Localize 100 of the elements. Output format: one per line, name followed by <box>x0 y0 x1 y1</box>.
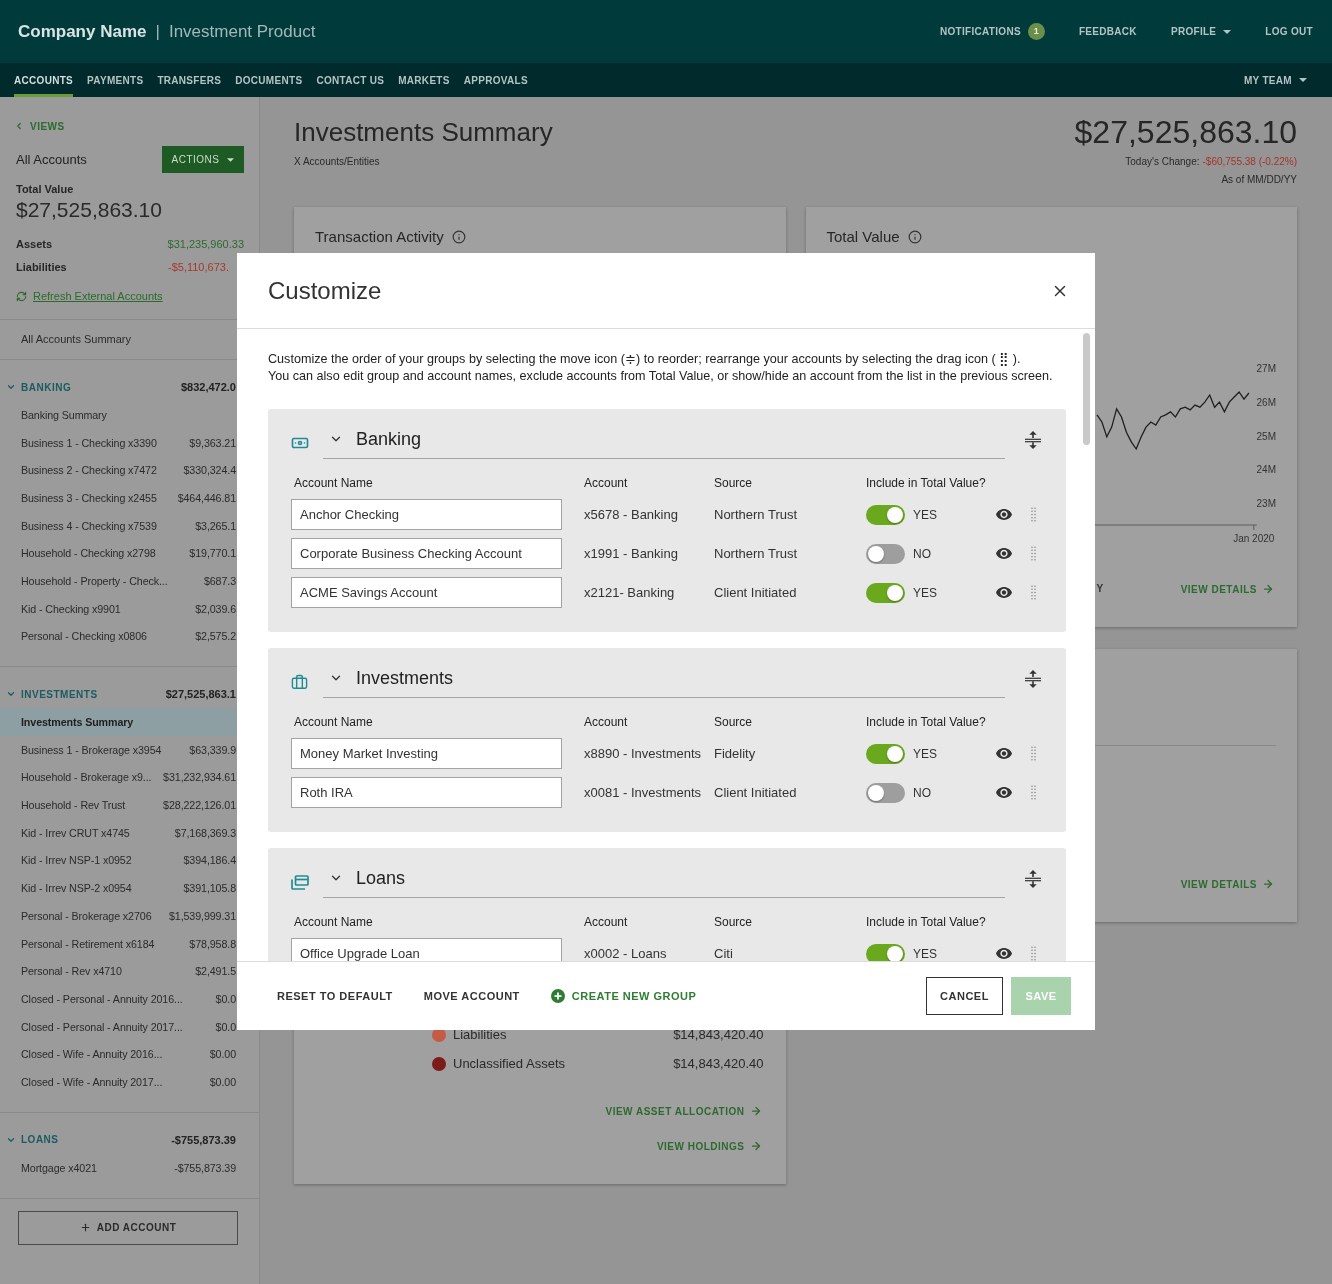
arrows-up-down-icon[interactable] <box>1023 869 1043 889</box>
account-source: Client Initiated <box>714 783 798 802</box>
include-toggle[interactable] <box>866 743 905 764</box>
group-name-field[interactable]: Loans <box>356 866 1005 890</box>
group-toggle[interactable]: BANKING <box>6 379 72 395</box>
legend-value: $14,843,420.40 <box>673 1026 764 1045</box>
group-total: -$755,873.39 <box>171 1132 236 1148</box>
header-link[interactable]: PROFILE <box>1170 24 1232 39</box>
add-account-button[interactable]: ADD ACCOUNT <box>18 1210 238 1245</box>
text-button[interactable]: RESET TO DEFAULT <box>268 978 402 1014</box>
briefcase-icon <box>291 673 308 691</box>
account-amount: $2,575.2 <box>195 629 236 645</box>
account-amount: $2,491.5 <box>195 964 236 980</box>
sidebar-item[interactable]: Closed - Wife - Annuity 2016... $0.00 <box>0 1040 259 1069</box>
caret-icon <box>227 157 235 162</box>
eye-icon[interactable] <box>996 587 1012 598</box>
drag-handle-icon[interactable] <box>1031 546 1036 561</box>
account-source: Northern Trust <box>714 505 799 524</box>
text-button[interactable]: MOVE ACCOUNT <box>414 978 529 1014</box>
drag-handle-icon[interactable] <box>1031 585 1036 600</box>
column-header: Source <box>714 475 754 491</box>
account-amount: $1,539,999.31 <box>168 908 236 924</box>
include-toggle[interactable] <box>866 543 905 564</box>
account-amount: $9,363.21 <box>189 435 236 451</box>
axis-label: 25M <box>1256 430 1276 442</box>
drag-handle-icon[interactable] <box>1031 785 1036 800</box>
refresh-icon <box>16 290 27 302</box>
caret-icon <box>1299 78 1307 82</box>
change-amount: -$60,755.38 (-0.22%) <box>1202 155 1297 169</box>
account-amount: $394,186.4 <box>183 853 236 869</box>
card-title: Total Value <box>826 227 900 247</box>
eye-icon[interactable] <box>996 548 1012 559</box>
create-group-button[interactable]: CREATE NEW GROUP <box>541 978 706 1014</box>
nav-tab[interactable]: DOCUMENTS <box>235 63 303 97</box>
toggle-label: NO <box>913 784 932 802</box>
group-toggle[interactable]: INVESTMENTS <box>6 686 98 702</box>
header-link[interactable]: FEEDBACK <box>1078 24 1137 39</box>
nav-tab[interactable]: APPROVALS <box>463 63 528 97</box>
eye-icon[interactable] <box>996 509 1012 520</box>
notification-badge: 1 <box>1027 23 1045 40</box>
instructions-text: You can also edit group and account names, exclude accounts from Total Value, or show/hide an account from the list in the previous screen. <box>268 368 1054 385</box>
change-label: Today's Change: <box>1125 155 1200 169</box>
nav-tab[interactable]: PAYMENTS <box>87 63 144 97</box>
account-name-field[interactable]: Office Upgrade Loan <box>291 938 562 961</box>
cancel-button[interactable]: CANCEL <box>926 977 1003 1015</box>
nav-tab[interactable]: CONTACT US <box>316 63 385 97</box>
plus-circle-icon <box>550 989 565 1003</box>
scrollbar-thumb[interactable] <box>1083 333 1090 445</box>
group-name-field[interactable]: Investments <box>356 666 1005 690</box>
eye-icon[interactable] <box>996 748 1012 759</box>
account-amount: $2,039.6 <box>195 601 236 617</box>
legend-value: $14,843,420.40 <box>673 1055 764 1074</box>
view-title: All Accounts <box>16 150 87 169</box>
group-toggle[interactable]: LOANS <box>6 1132 59 1148</box>
title-separator: | <box>155 20 160 43</box>
partial-link[interactable]: Y <box>1096 581 1104 597</box>
team-menu[interactable]: MY TEAM <box>1243 63 1307 97</box>
arrow-right-icon <box>749 1140 762 1152</box>
account-source: Northern Trust <box>714 544 799 563</box>
group-name-field[interactable]: Banking <box>356 427 1005 451</box>
account-name-field[interactable]: Roth IRA <box>291 777 562 808</box>
account-number: x1991 - Banking <box>584 544 679 563</box>
column-header: Account Name <box>293 914 374 930</box>
drag-handle-icon[interactable] <box>1031 946 1036 961</box>
nav-tab[interactable]: TRANSFERS <box>157 63 222 97</box>
toggle-label: YES <box>913 506 938 524</box>
balance-label: Liabilities <box>16 259 68 275</box>
nav-tab[interactable]: MARKETS <box>398 63 450 97</box>
drag-handle-icon[interactable] <box>1031 507 1036 522</box>
include-toggle[interactable] <box>866 782 905 803</box>
account-source: Client Initiated <box>714 583 798 602</box>
eye-icon[interactable] <box>996 948 1012 959</box>
account-amount: -$755,873.39 <box>174 1160 236 1176</box>
account-name-field[interactable]: Anchor Checking <box>291 499 562 530</box>
include-toggle[interactable] <box>866 504 905 525</box>
account-amount: $0.0 <box>215 991 236 1007</box>
account-name-field[interactable]: ACME Savings Account <box>291 577 562 608</box>
plus-icon <box>79 1222 91 1233</box>
include-toggle[interactable] <box>866 582 905 603</box>
header-link[interactable]: LOG OUT <box>1265 24 1313 39</box>
axis-label: 23M <box>1256 498 1276 510</box>
actions-button[interactable]: ACTIONS <box>162 146 244 173</box>
sidebar-item[interactable]: Closed - Wife - Annuity 2017... $0.00 <box>0 1068 259 1096</box>
arrow-right-icon <box>749 1105 762 1117</box>
column-header: Include in Total Value? <box>866 914 986 930</box>
page-subtitle: X Accounts/Entities <box>294 155 381 169</box>
account-amount: $0.00 <box>209 1047 236 1063</box>
account-amount: $0.0 <box>215 1019 236 1035</box>
drag-handle-icon[interactable] <box>1031 746 1036 761</box>
eye-icon[interactable] <box>996 787 1012 798</box>
include-toggle[interactable] <box>866 943 905 961</box>
arrows-up-down-icon[interactable] <box>1023 430 1043 450</box>
sidebar-item[interactable]: Mortgage x4021 -$755,873.39 <box>0 1153 259 1182</box>
arrows-up-down-icon[interactable] <box>1023 669 1043 689</box>
header-link[interactable]: NOTIFICATIONS 1 <box>940 23 1045 40</box>
total-value-amount: $27,525,863.10 <box>15 197 163 223</box>
account-source: Citi <box>714 944 734 961</box>
account-name-field[interactable]: Corporate Business Checking Account <box>291 538 562 569</box>
account-name-field[interactable]: Money Market Investing <box>291 738 562 769</box>
balance-amount: -$5,110,673. <box>168 259 229 275</box>
